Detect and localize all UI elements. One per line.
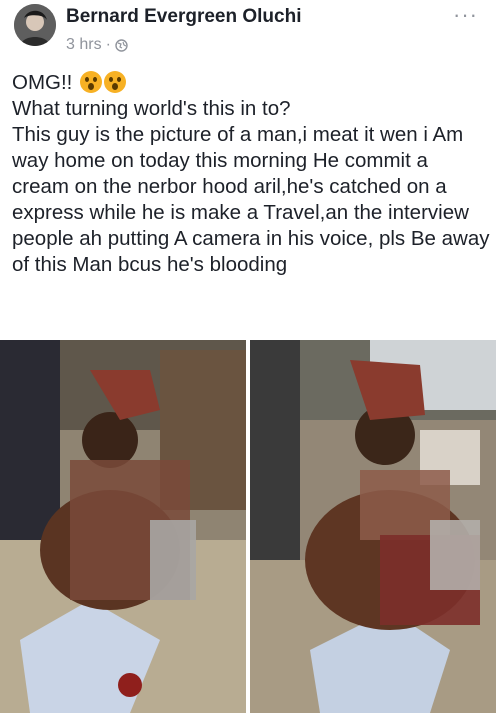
post-text-omg: OMG!! — [12, 71, 73, 94]
author-name[interactable]: Bernard Evergreen Oluchi — [66, 6, 301, 28]
more-options-icon[interactable]: ··· — [453, 2, 478, 28]
facebook-post: Bernard Evergreen Oluchi 3 hrs · ··· OMG… — [0, 0, 496, 713]
photo-scene — [0, 340, 246, 713]
post-header: Bernard Evergreen Oluchi 3 hrs · ··· — [0, 0, 496, 62]
post-body: OMG!! What turning world's this in to? T… — [12, 70, 490, 278]
post-timestamp[interactable]: 3 hrs — [66, 36, 102, 54]
photo-scene — [250, 340, 496, 713]
post-photo-right[interactable] — [250, 340, 496, 713]
post-line-1: OMG!! — [12, 70, 490, 96]
astonished-face-icon — [104, 71, 127, 93]
astonished-face-icon — [80, 71, 103, 93]
post-meta: 3 hrs · — [66, 36, 128, 54]
post-line-3: This guy is the picture of a man,i meat … — [12, 123, 490, 276]
post-line-2: What turning world's this in to? — [12, 97, 291, 120]
avatar[interactable] — [14, 4, 56, 46]
avatar-image — [14, 4, 56, 46]
post-photo-left[interactable] — [0, 340, 246, 713]
meta-separator: · — [105, 36, 111, 53]
globe-icon — [115, 38, 128, 52]
